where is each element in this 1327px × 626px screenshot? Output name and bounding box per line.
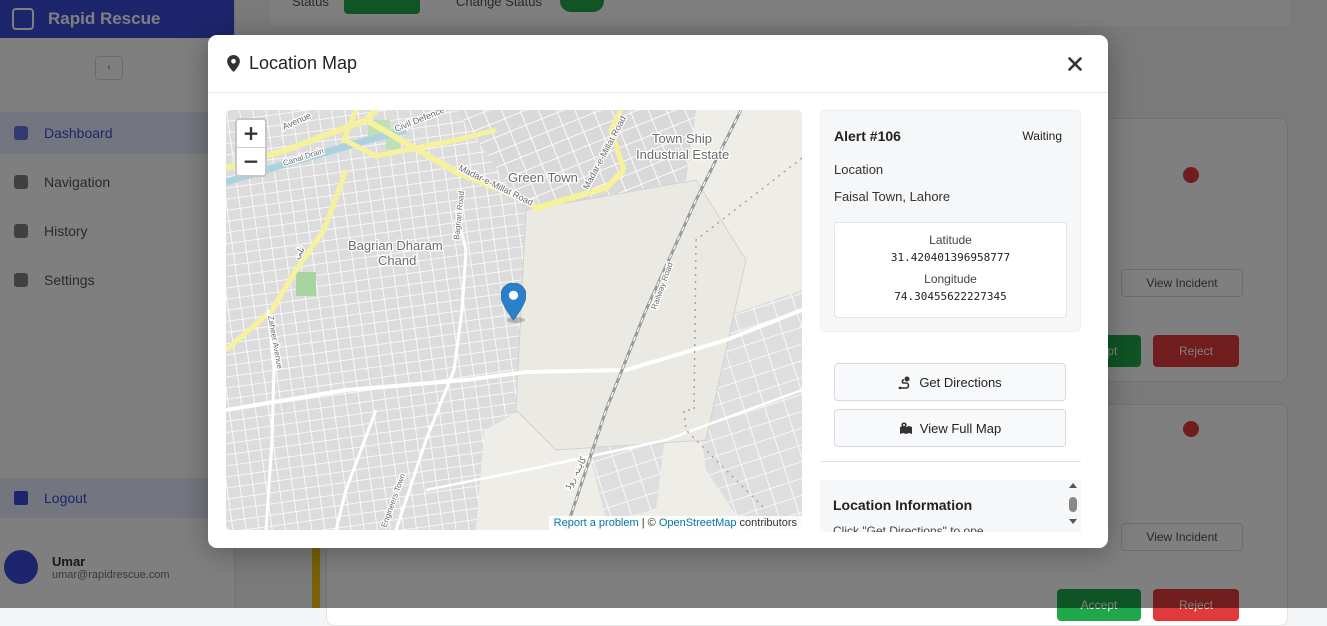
location-map-modal: Location Map Town Ship Industrial Estate… — [208, 35, 1108, 548]
alert-info-card: Alert #106 Waiting Location Faisal Town,… — [820, 110, 1081, 332]
location-information-title: Location Information — [833, 497, 973, 513]
map-marker-icon[interactable] — [500, 282, 527, 328]
get-directions-button[interactable]: Get Directions — [834, 363, 1066, 401]
location-label: Location — [834, 162, 884, 177]
map-pin-icon — [227, 55, 240, 72]
map-label-town-ship: Town Ship — [652, 131, 712, 146]
openstreetmap-link[interactable]: OpenStreetMap — [659, 517, 737, 529]
latitude-value: 31.420401396958777 — [890, 251, 1011, 264]
view-full-map-button[interactable]: View Full Map — [834, 409, 1066, 447]
map-icon — [899, 421, 912, 434]
close-button[interactable] — [1062, 51, 1088, 77]
location-information-text: Click "Get Directions" to ope — [833, 524, 984, 532]
attribution-separator: | © — [638, 517, 659, 529]
close-icon — [1068, 57, 1082, 71]
location-value: Faisal Town, Lahore — [834, 189, 951, 204]
zoom-in-button[interactable]: + — [237, 120, 265, 148]
coordinates-box: Latitude 31.420401396958777 Longitude 74… — [834, 222, 1067, 318]
alert-id: Alert #106 — [834, 128, 901, 144]
map-view[interactable]: Town Ship Industrial Estate Green Town B… — [226, 110, 802, 530]
location-information-section: Location Information Click "Get Directio… — [820, 480, 1081, 532]
map-label-industrial-estate: Industrial Estate — [636, 147, 729, 162]
scrollbar[interactable] — [1067, 480, 1079, 532]
divider — [820, 461, 1081, 462]
zoom-out-button[interactable]: − — [237, 148, 265, 175]
longitude-value: 74.30455622227345 — [894, 290, 1007, 303]
view-full-map-label: View Full Map — [919, 420, 1002, 436]
status-badge: Waiting — [1022, 129, 1062, 143]
zoom-control: + − — [235, 118, 267, 177]
directions-icon — [898, 376, 910, 389]
alert-side-panel: Alert #106 Waiting Location Faisal Town,… — [820, 110, 1081, 548]
map-label-green-town: Green Town — [508, 170, 578, 185]
report-problem-link[interactable]: Report a problem — [554, 517, 639, 529]
modal-title: Location Map — [249, 53, 358, 73]
map-attribution: Report a problem | © OpenStreetMap contr… — [548, 516, 802, 530]
get-directions-label: Get Directions — [919, 374, 1002, 390]
longitude-label: Longitude — [924, 272, 977, 286]
map-label-bagrian-1: Bagrian Dharam — [348, 238, 443, 253]
map-label-bagrian-2: Chand — [378, 253, 416, 268]
latitude-label: Latitude — [929, 233, 972, 247]
attribution-suffix: contributors — [736, 517, 797, 529]
modal-header: Location Map — [208, 35, 1108, 93]
